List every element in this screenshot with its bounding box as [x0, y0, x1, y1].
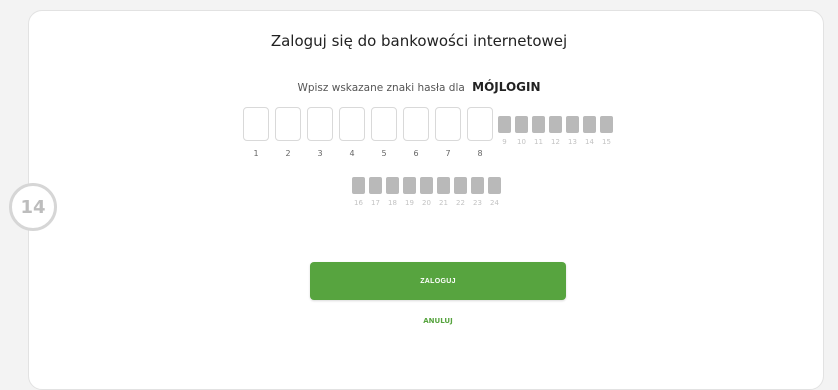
disabled-char-cell: 23 — [471, 177, 484, 207]
position-number: 9 — [502, 138, 507, 146]
password-char-cell: 5 — [371, 107, 397, 158]
disabled-char-box — [566, 116, 579, 133]
disabled-char-box — [437, 177, 450, 194]
position-number: 16 — [354, 199, 363, 207]
disabled-char-cell: 22 — [454, 177, 467, 207]
login-button[interactable]: ZALOGUJ — [310, 262, 566, 300]
position-number: 2 — [285, 149, 291, 158]
password-char-cell: 7 — [435, 107, 461, 158]
password-char-cell: 3 — [307, 107, 333, 158]
position-number: 4 — [349, 149, 355, 158]
cancel-link[interactable]: ANULUJ — [310, 317, 566, 325]
password-char-cell: 6 — [403, 107, 429, 158]
position-number: 17 — [371, 199, 380, 207]
disabled-char-box — [549, 116, 562, 133]
disabled-char-box — [488, 177, 501, 194]
disabled-char-box — [583, 116, 596, 133]
instruction-text: Wpisz wskazane znaki hasła dla — [297, 82, 465, 94]
position-number: 11 — [534, 138, 543, 146]
disabled-char-box — [420, 177, 433, 194]
disabled-char-cell: 16 — [352, 177, 365, 207]
disabled-char-cell: 15 — [600, 116, 613, 146]
password-row-active: 1 2 3 4 5 6 7 8 — [243, 107, 493, 158]
disabled-char-cell: 19 — [403, 177, 416, 207]
position-number: 8 — [477, 149, 483, 158]
password-instruction: Wpisz wskazane znaki hasła dla MÓJLOGIN — [0, 80, 838, 94]
disabled-char-box — [369, 177, 382, 194]
position-number: 21 — [439, 199, 448, 207]
position-number: 19 — [405, 199, 414, 207]
password-char-input[interactable] — [243, 107, 269, 141]
password-row-disabled-2: 16 17 18 19 20 21 22 23 24 — [352, 177, 501, 207]
position-number: 1 — [253, 149, 259, 158]
position-number: 20 — [422, 199, 431, 207]
password-char-cell: 8 — [467, 107, 493, 158]
password-char-input[interactable] — [435, 107, 461, 141]
disabled-char-box — [515, 116, 528, 133]
password-char-input[interactable] — [275, 107, 301, 141]
password-char-input[interactable] — [403, 107, 429, 141]
disabled-char-cell: 21 — [437, 177, 450, 207]
password-char-input[interactable] — [339, 107, 365, 141]
password-char-input[interactable] — [467, 107, 493, 141]
disabled-char-box — [386, 177, 399, 194]
disabled-char-cell: 20 — [420, 177, 433, 207]
position-number: 14 — [585, 138, 594, 146]
disabled-char-box — [600, 116, 613, 133]
position-number: 12 — [551, 138, 560, 146]
position-number: 7 — [445, 149, 451, 158]
disabled-char-box — [471, 177, 484, 194]
password-row-disabled-1: 9 10 11 12 13 14 15 — [498, 116, 613, 146]
position-number: 22 — [456, 199, 465, 207]
position-number: 15 — [602, 138, 611, 146]
position-number: 3 — [317, 149, 323, 158]
page-title: Zaloguj się do bankowości internetowej — [270, 32, 568, 50]
username-label: MÓJLOGIN — [472, 80, 541, 94]
position-number: 6 — [413, 149, 419, 158]
password-char-input[interactable] — [307, 107, 333, 141]
disabled-char-cell: 24 — [488, 177, 501, 207]
disabled-char-box — [454, 177, 467, 194]
step-number-badge: 14 — [9, 183, 57, 231]
position-number: 5 — [381, 149, 387, 158]
disabled-char-cell: 17 — [369, 177, 382, 207]
position-number: 24 — [490, 199, 499, 207]
disabled-char-cell: 18 — [386, 177, 399, 207]
password-char-cell: 2 — [275, 107, 301, 158]
position-number: 10 — [517, 138, 526, 146]
disabled-char-cell: 14 — [583, 116, 596, 146]
disabled-char-box — [532, 116, 545, 133]
disabled-char-box — [352, 177, 365, 194]
password-char-input[interactable] — [371, 107, 397, 141]
position-number: 23 — [473, 199, 482, 207]
disabled-char-cell: 9 — [498, 116, 511, 146]
password-char-cell: 4 — [339, 107, 365, 158]
step-number: 14 — [20, 196, 46, 218]
disabled-char-box — [498, 116, 511, 133]
disabled-char-box — [403, 177, 416, 194]
disabled-char-cell: 10 — [515, 116, 528, 146]
disabled-char-cell: 13 — [566, 116, 579, 146]
disabled-char-cell: 12 — [549, 116, 562, 146]
position-number: 18 — [388, 199, 397, 207]
password-char-cell: 1 — [243, 107, 269, 158]
disabled-char-cell: 11 — [532, 116, 545, 146]
position-number: 13 — [568, 138, 577, 146]
